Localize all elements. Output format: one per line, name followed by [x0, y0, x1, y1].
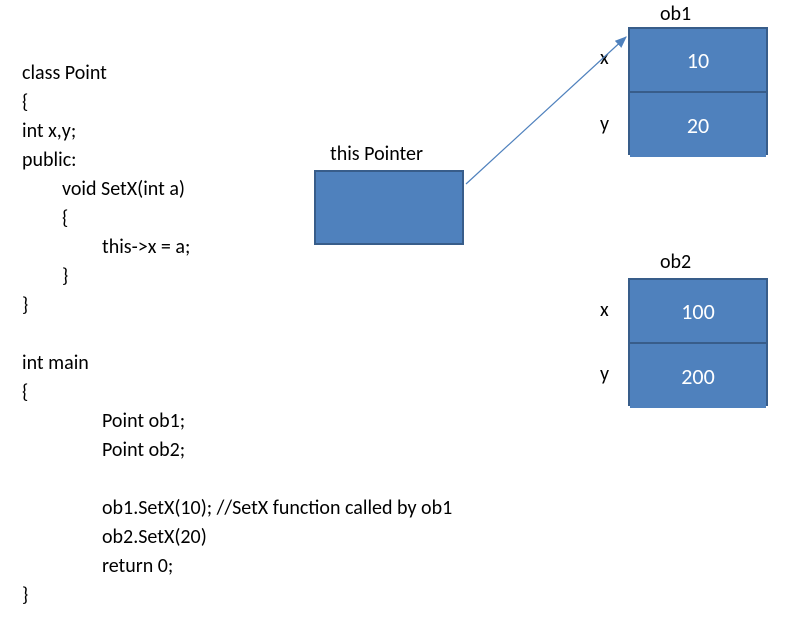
ob1-y-value: 20 — [687, 112, 709, 139]
ob2-x-value: 100 — [681, 298, 714, 325]
code-line: } — [22, 583, 28, 607]
ob2-x-label: x — [600, 298, 609, 322]
ob2-y-value: 200 — [681, 363, 714, 390]
ob1-x-cell: 10 — [630, 29, 766, 93]
ob1-box: 10 20 — [628, 27, 768, 155]
code-line: } — [22, 293, 28, 317]
code-line: ob2.SetX(20) — [22, 523, 207, 552]
code-line: return 0; — [22, 552, 173, 581]
code-line: Point ob1; — [22, 407, 185, 436]
code-line: class Point — [22, 61, 107, 85]
code-line: int main — [22, 351, 89, 375]
code-line: public: — [22, 148, 77, 172]
code-line: int x,y; — [22, 119, 76, 143]
ob2-x-cell: 100 — [630, 280, 766, 344]
code-line: void SetX(int a) — [22, 175, 185, 204]
ob1-x-label: x — [600, 46, 609, 70]
ob1-x-value: 10 — [687, 47, 709, 74]
code-line: Point ob2; — [22, 436, 185, 465]
this-pointer-label: this Pointer — [330, 142, 423, 166]
ob2-label: ob2 — [660, 250, 691, 274]
ob1-y-cell: 20 — [630, 93, 766, 157]
code-line: } — [22, 262, 68, 291]
ob1-y-label: y — [600, 112, 609, 136]
code-line: { — [22, 90, 28, 114]
code-line: this->x = a; — [22, 233, 190, 262]
code-line: { — [22, 380, 28, 404]
code-line: ob1.SetX(10); //SetX function called by … — [22, 494, 452, 523]
this-pointer-box — [314, 170, 464, 245]
ob2-y-cell: 200 — [630, 344, 766, 408]
ob1-label: ob1 — [660, 2, 691, 26]
ob2-y-label: y — [600, 362, 609, 386]
code-listing: class Point { int x,y; public: void SetX… — [22, 30, 452, 610]
ob2-box: 100 200 — [628, 278, 768, 406]
code-line: { — [22, 204, 68, 233]
